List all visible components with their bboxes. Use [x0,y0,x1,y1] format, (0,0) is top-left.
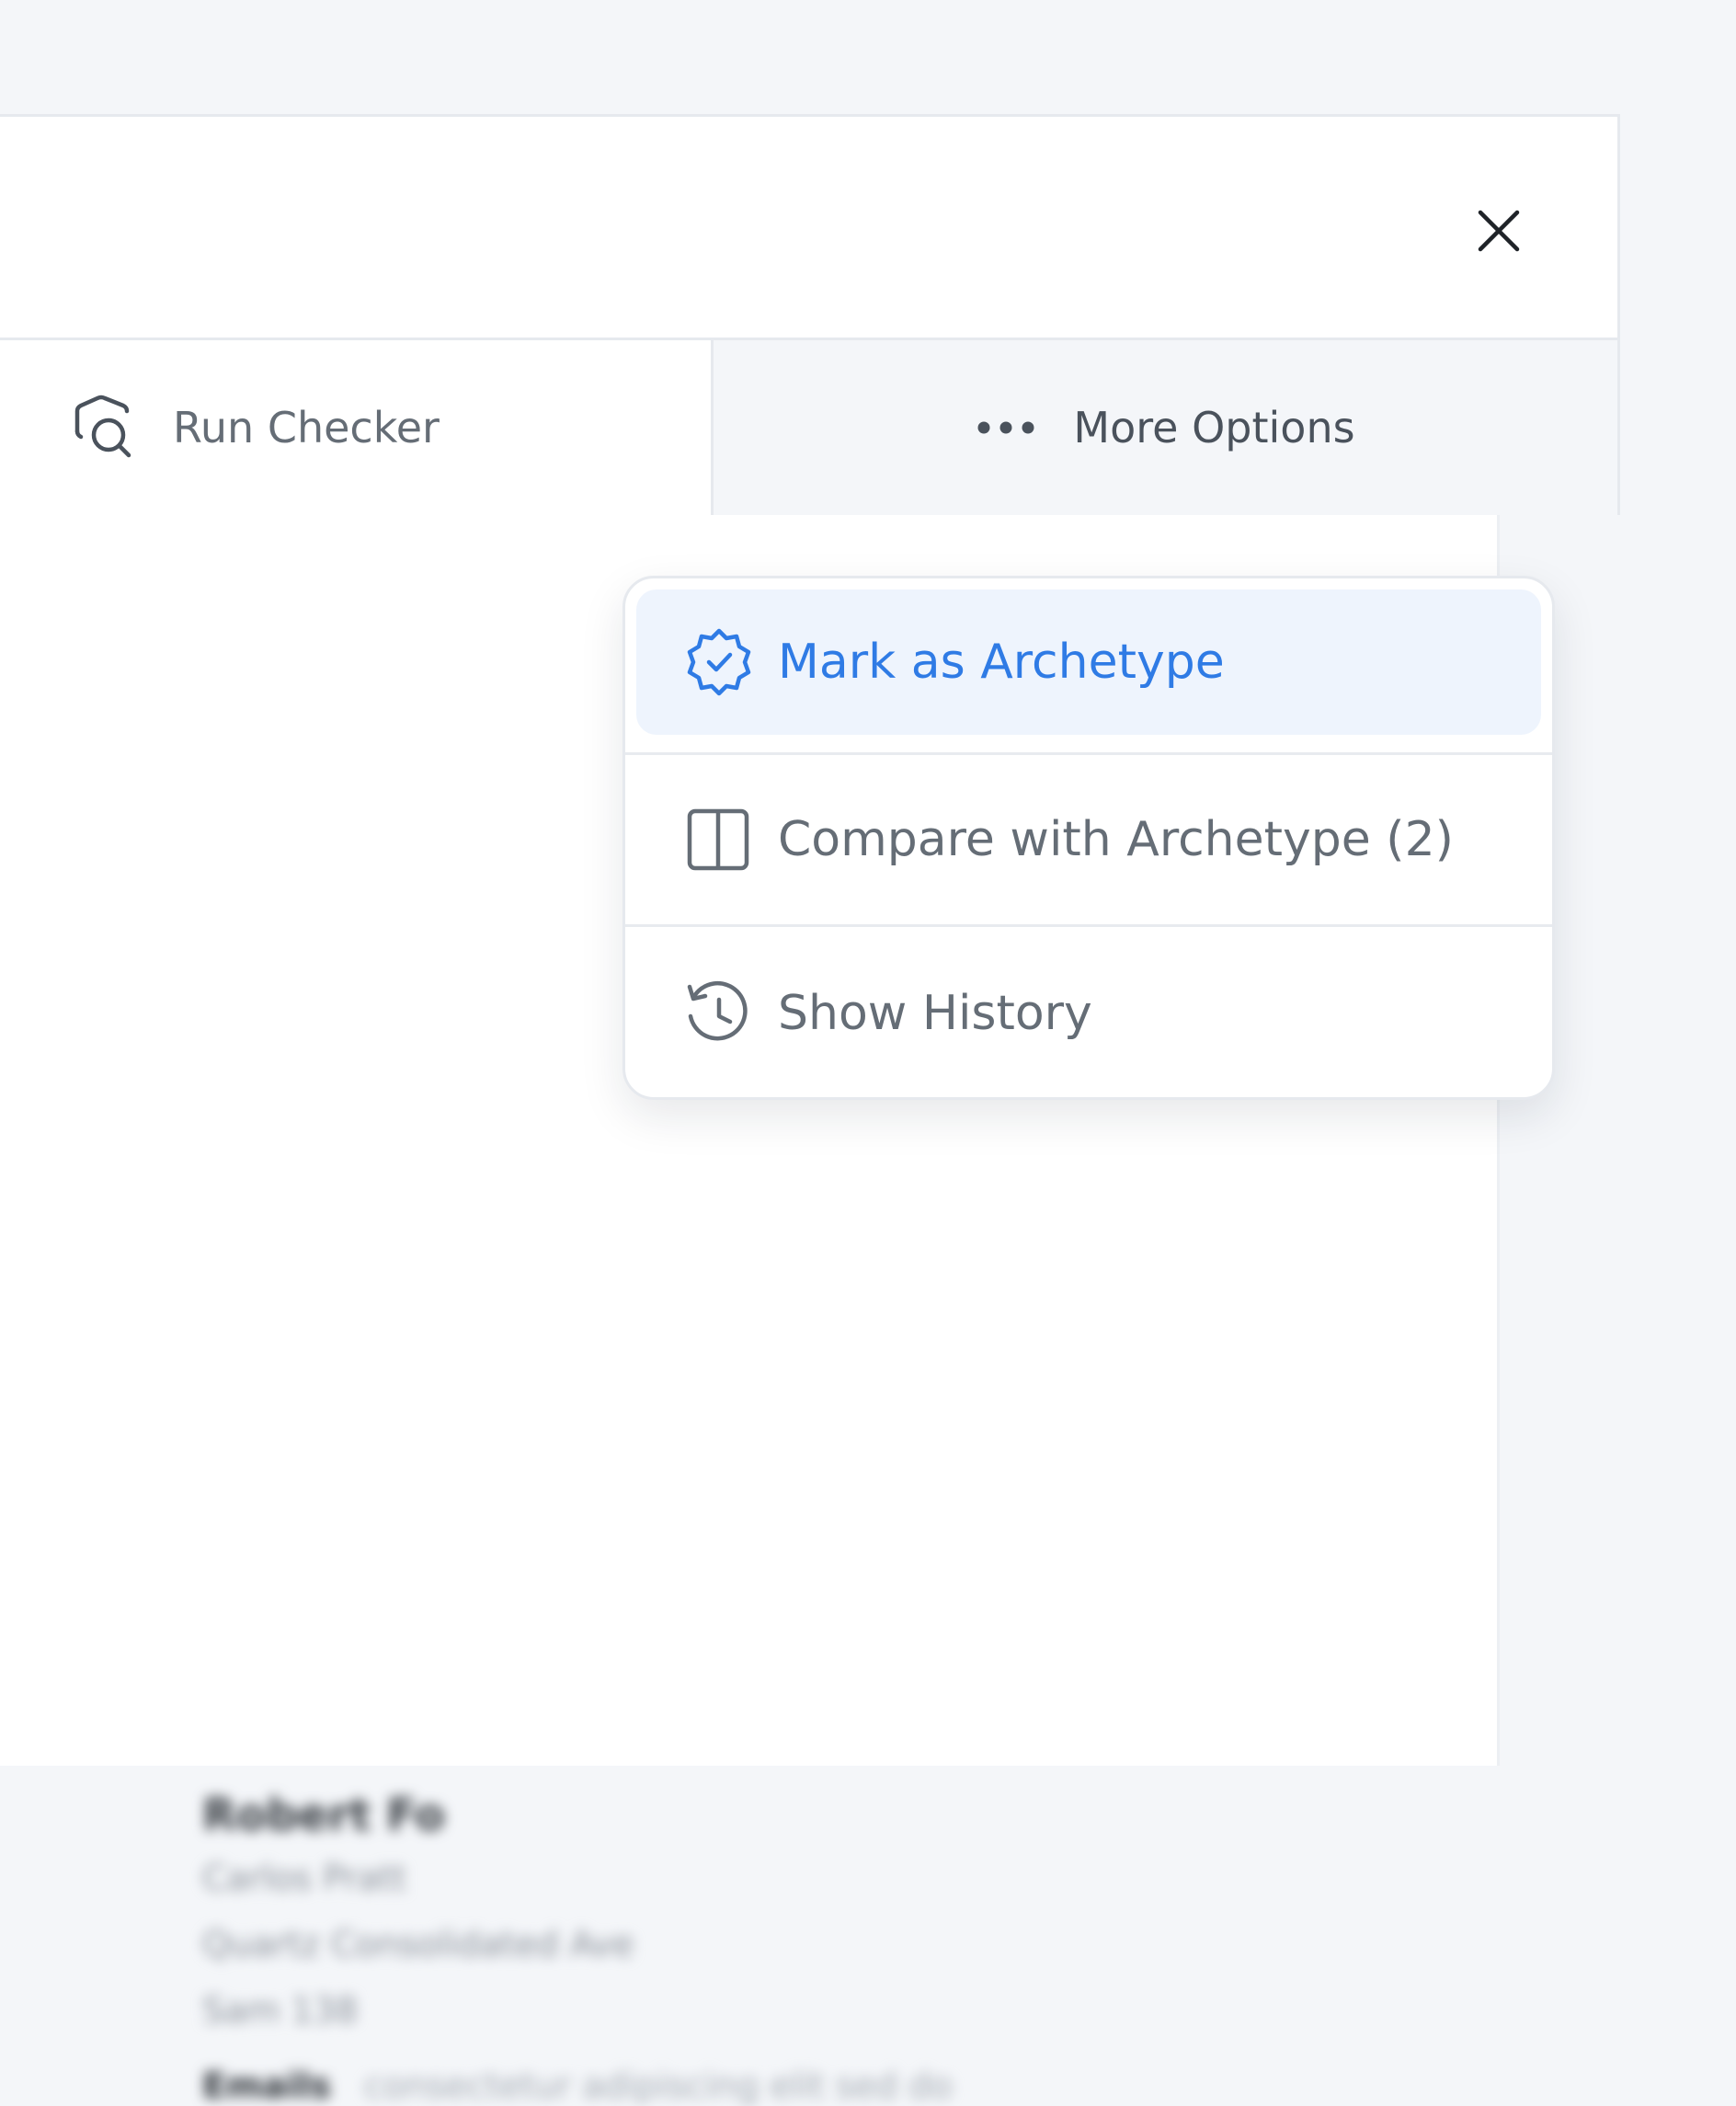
close-button[interactable] [1473,205,1525,257]
more-options-menu: Mark as Archetype Compare with Archetype… [622,576,1555,1100]
menu-item-label: Show History [778,986,1092,1041]
document-line: Carlos Pratt [202,1858,406,1898]
more-horizontal-icon [976,418,1036,437]
document-field-label: Emails [202,2066,331,2106]
run-checker-button[interactable]: Run Checker [0,340,714,515]
more-options-label: More Options [1073,403,1354,452]
action-toolbar: Run Checker More Options [0,340,1617,518]
columns-icon [684,807,754,873]
menu-item-compare-with-archetype[interactable]: Compare with Archetype (2) [625,752,1552,927]
badge-check-icon [684,627,754,697]
run-checker-label: Run Checker [173,403,440,452]
menu-item-mark-as-archetype[interactable]: Mark as Archetype [636,589,1541,735]
menu-item-label: Mark as Archetype [778,635,1225,690]
close-icon [1476,208,1522,254]
document-field-value: consectetur adipiscing elit sed do [364,2066,953,2106]
document-line: Sam 138 [202,1990,358,2031]
document-heading: Robert Fo [202,1790,445,1841]
document-line: Emails consectetur adipiscing elit sed d… [202,2066,953,2106]
shield-search-icon [70,395,136,461]
panel-header [0,117,1617,340]
history-icon [684,979,754,1047]
more-options-button[interactable]: More Options [714,340,1617,515]
menu-item-label: Compare with Archetype (2) [778,812,1454,867]
document-line: Quartz Consolidated Ave [202,1924,634,1964]
menu-item-show-history[interactable]: Show History [625,927,1552,1100]
